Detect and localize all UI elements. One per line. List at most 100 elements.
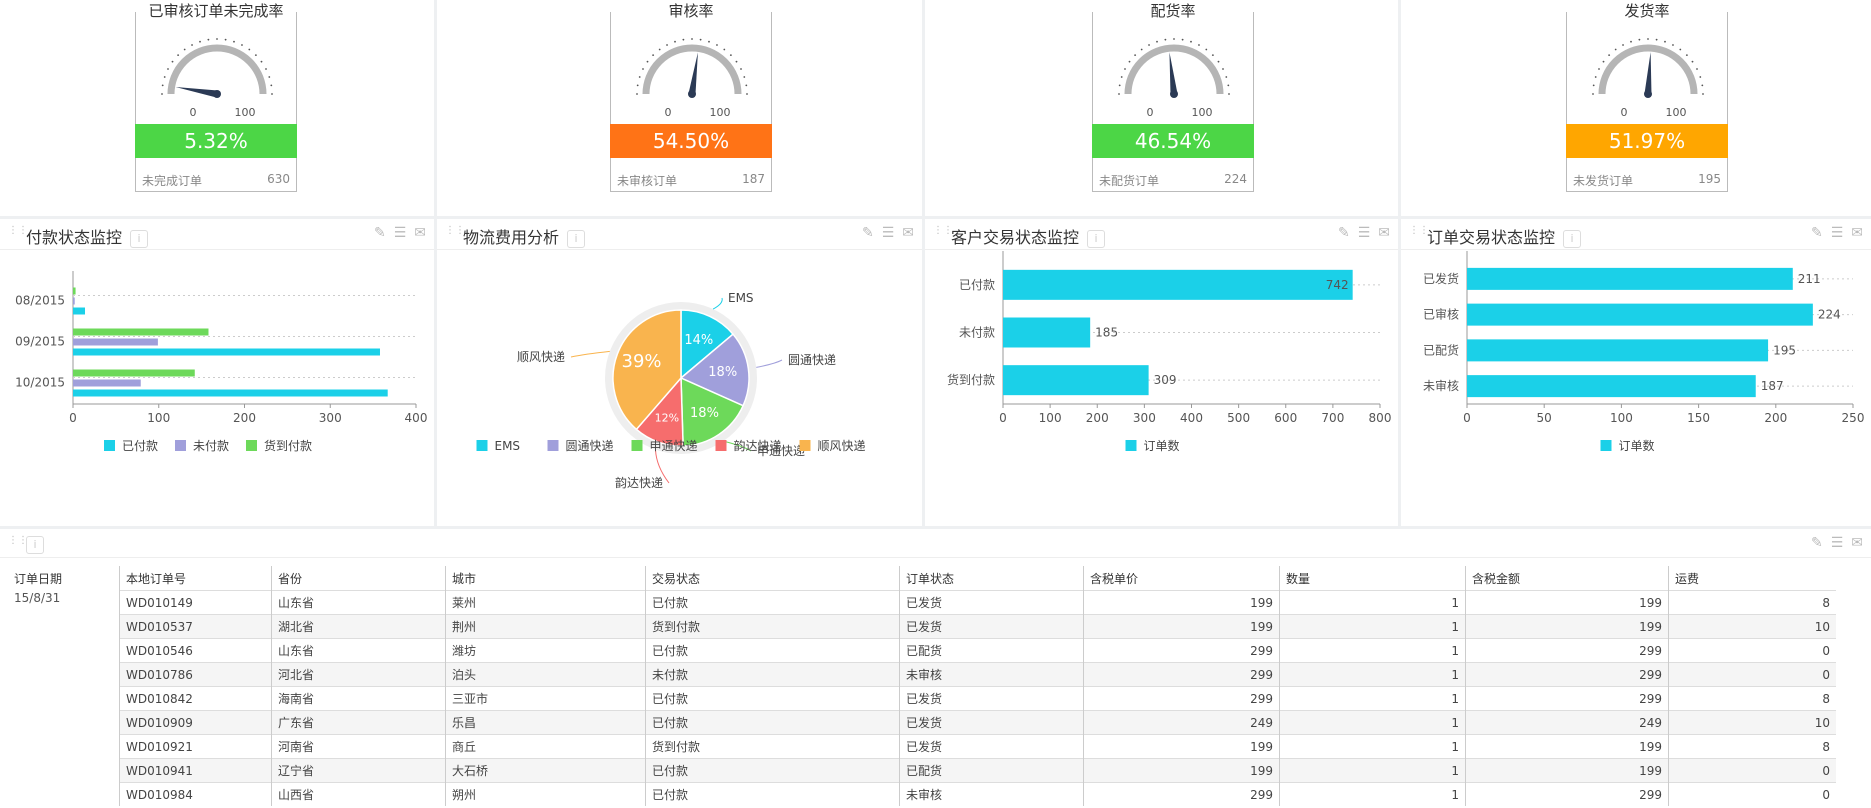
column-header[interactable]: 含税单价: [1083, 566, 1280, 591]
mail-icon[interactable]: ✉: [902, 225, 914, 241]
slice-name-label: 顺风快递: [517, 350, 565, 364]
gauge-tick: [745, 84, 748, 87]
gauge-value: 54.50%: [610, 124, 772, 158]
menu-icon[interactable]: ☰: [882, 225, 895, 241]
table-row[interactable]: WD010537 湖北省 荆州 货到付款 已发货 199 1 199 10: [8, 614, 1836, 639]
x-tick-label: 400: [1180, 411, 1203, 425]
pencil-icon[interactable]: ✎: [1811, 535, 1823, 551]
gauge-tick: [658, 48, 661, 51]
gauge-tick: [1622, 44, 1624, 46]
pencil-icon[interactable]: ✎: [374, 225, 386, 241]
gauge-tick: [682, 38, 685, 41]
table-cell: 1: [1279, 782, 1466, 806]
table-cell: 0: [1668, 662, 1836, 687]
column-header[interactable]: 含税金额: [1465, 566, 1669, 591]
mail-icon[interactable]: ✉: [1378, 225, 1390, 241]
mail-icon[interactable]: ✉: [1851, 225, 1863, 241]
info-icon[interactable]: i: [1087, 229, 1106, 248]
mail-icon[interactable]: ✉: [414, 225, 426, 241]
info-icon[interactable]: i: [130, 229, 149, 248]
order-date-cell: [8, 783, 120, 807]
gauge-tick: [265, 68, 267, 70]
bar: [73, 369, 195, 377]
table-cell: 已付款: [645, 758, 900, 783]
gauge-min-label: 0: [190, 106, 197, 119]
menu-icon[interactable]: ☰: [1831, 225, 1844, 241]
x-tick-label: 50: [1537, 411, 1552, 425]
value-label: 185: [1095, 326, 1118, 340]
leader-line: [756, 359, 783, 368]
drag-handle-icon[interactable]: ⋮⋮: [933, 226, 953, 240]
gauge-tick: [199, 40, 201, 43]
column-header[interactable]: 订单日期: [8, 566, 120, 591]
drag-handle-icon[interactable]: ⋮⋮: [8, 536, 28, 550]
drag-handle-icon[interactable]: ⋮⋮: [8, 226, 28, 240]
column-header[interactable]: 订单状态: [899, 566, 1084, 591]
table-header-row: 订单日期 本地订单号 省份 城市 交易状态 订单状态 含税单价 数量 含税金额 运费: [8, 566, 1836, 591]
menu-icon[interactable]: ☰: [1358, 225, 1371, 241]
category-label: 08/2015: [15, 294, 65, 308]
info-icon[interactable]: i: [1563, 229, 1582, 248]
customer-panel: ⋮⋮ 客户交易状态监控 i ✎ ☰ ✉ 已付款 742 未付款 185 货到付款 309 0 100…: [925, 219, 1398, 526]
bar: [1003, 317, 1091, 348]
pencil-icon[interactable]: ✎: [1811, 225, 1823, 241]
gauge-tick: [224, 38, 227, 41]
customer-bar-chart: 已付款 742 未付款 185 货到付款 309 0 100 200 300 400 500 600 70…: [947, 251, 1391, 453]
gauge-tick: [636, 84, 639, 87]
gauge-tick: [1181, 38, 1184, 41]
table-cell: 299: [1465, 638, 1669, 663]
table-row[interactable]: WD010941 辽宁省 大石桥 已付款 已配货 199 1 199 0: [8, 758, 1836, 783]
info-icon[interactable]: i: [26, 535, 44, 554]
table-cell: WD010842: [119, 686, 272, 711]
column-header[interactable]: 城市: [445, 566, 646, 591]
table-row[interactable]: WD010984 山西省 朔州 已付款 未审核 299 1 299 0: [8, 782, 1836, 807]
table-cell: 199: [1465, 758, 1669, 783]
drag-handle-icon[interactable]: ⋮⋮: [1409, 226, 1429, 240]
gauge-tick: [161, 93, 163, 95]
x-tick-label: 200: [1086, 411, 1109, 425]
table-row[interactable]: WD010546 山东省 潍坊 已付款 已配货 299 1 299 0: [8, 638, 1836, 663]
table-row[interactable]: WD010842 海南省 三亚市 已付款 已发货 299 1 299 8: [8, 686, 1836, 711]
gauge-tick: [1602, 60, 1605, 63]
pencil-icon[interactable]: ✎: [862, 225, 874, 241]
column-header[interactable]: 数量: [1279, 566, 1466, 591]
table-row[interactable]: WD010786 河北省 泊头 未付款 未审核 299 1 299 0: [8, 662, 1836, 687]
x-tick-label: 0: [1463, 411, 1471, 425]
gauge-tick: [729, 54, 732, 57]
logistics-pie-chart: 14% EMS 18% 圆通快递 18% 申通快递 12% 韵达快递 39% 顺风快递 EMS 圆通快…: [476, 291, 866, 490]
panel-header: ⋮⋮ 客户交易状态监控 i ✎ ☰ ✉: [925, 219, 1398, 250]
menu-icon[interactable]: ☰: [394, 225, 407, 241]
menu-icon[interactable]: ☰: [1831, 535, 1844, 551]
table-row[interactable]: WD010909 广东省 乐昌 已付款 已发货 249 1 249 10: [8, 710, 1836, 735]
table-cell: 河南省: [271, 734, 446, 759]
pencil-icon[interactable]: ✎: [1338, 225, 1350, 241]
table-cell: 299: [1465, 662, 1669, 687]
gauge-tick: [1696, 68, 1698, 70]
table-cell: 未审核: [899, 782, 1084, 806]
table-cell: 大石桥: [445, 758, 646, 783]
drag-handle-icon[interactable]: ⋮⋮: [445, 226, 465, 240]
info-icon[interactable]: i: [567, 229, 586, 248]
table-cell: 1: [1279, 734, 1466, 759]
column-header[interactable]: 本地订单号: [119, 566, 272, 591]
gauge-tick: [1156, 40, 1158, 43]
gauge-title: 配货率: [1148, 2, 1198, 20]
table-row[interactable]: WD010921 河南省 商丘 货到付款 已发货 199 1 199 8: [8, 734, 1836, 759]
gauge-tick: [1664, 40, 1666, 43]
column-header[interactable]: 运费: [1668, 566, 1836, 591]
legend-swatch: [476, 440, 488, 451]
table-cell: 已付款: [645, 782, 900, 806]
slice-name-label: EMS: [728, 291, 754, 305]
column-header[interactable]: 交易状态: [645, 566, 900, 591]
table-row[interactable]: 15/8/31 WD010149 山东省 莱州 已付款 已发货 199 1 199 8: [8, 590, 1836, 615]
gauge-tick: [1228, 93, 1230, 95]
order-panel: ⋮⋮ 订单交易状态监控 i ✎ ☰ ✉ 已发货 211 已审核 224 已配货 195 未审核 18…: [1401, 219, 1871, 526]
gauge-tick: [177, 54, 180, 57]
column-header[interactable]: 省份: [271, 566, 446, 591]
table-cell: 已付款: [645, 710, 900, 735]
mail-icon[interactable]: ✉: [1851, 535, 1863, 551]
gauge-tick: [167, 68, 169, 70]
order-date-cell: [8, 735, 120, 759]
x-tick-label: 500: [1227, 411, 1250, 425]
order-bar-chart: 已发货 211 已审核 224 已配货 195 未审核 187 0 50 100 150 200 250 订…: [1423, 251, 1864, 453]
